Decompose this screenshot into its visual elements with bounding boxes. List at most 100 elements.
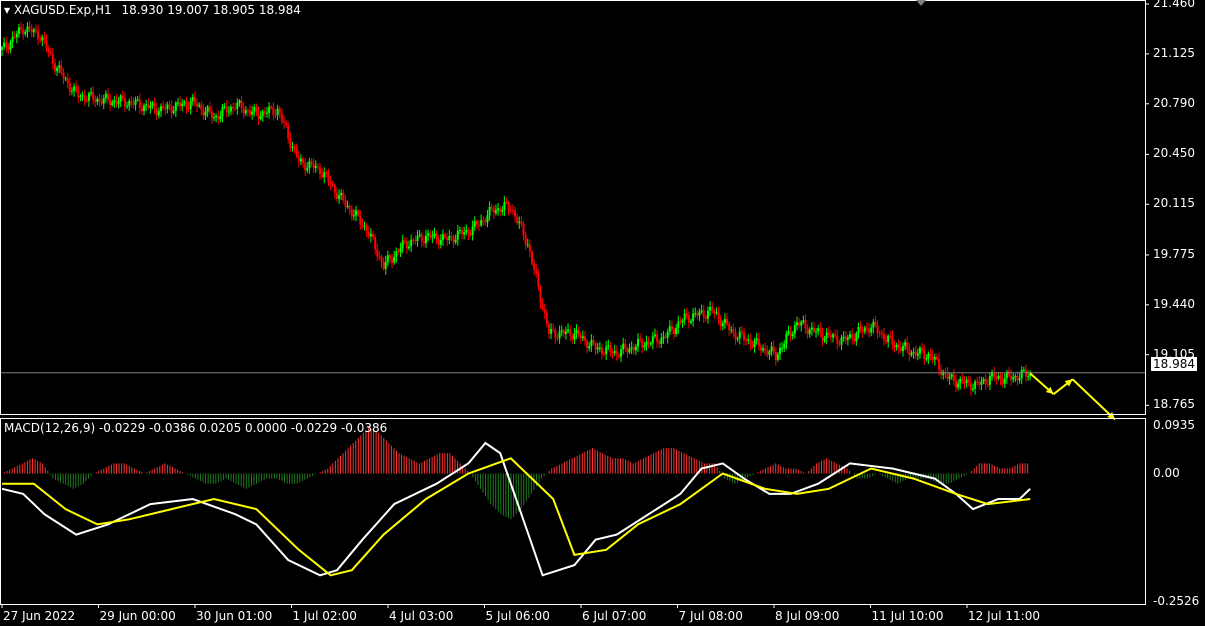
candle-body	[3, 42, 6, 48]
candle-body	[28, 26, 31, 30]
candle-body	[628, 348, 631, 353]
candle-body	[225, 106, 228, 113]
candle-body	[999, 375, 1002, 380]
candle-body	[113, 100, 116, 102]
candle-body	[1003, 378, 1006, 384]
candle-body	[202, 109, 205, 116]
candle-body	[81, 95, 84, 97]
candle-body	[43, 37, 46, 40]
candle-body	[85, 100, 88, 102]
candle-body	[179, 102, 182, 107]
candle-body	[276, 108, 279, 116]
candle-body	[819, 328, 822, 334]
candle-body	[921, 347, 924, 351]
candle-body	[200, 104, 203, 110]
candle-body	[957, 383, 960, 388]
candle-body	[350, 209, 353, 217]
time-tick-label: 1 Jul 02:00	[292, 609, 357, 623]
candle-body	[846, 337, 849, 340]
price-tick-label: 20.115	[1153, 196, 1195, 211]
candle-body	[823, 338, 826, 341]
candle-body	[872, 321, 875, 328]
candle-body	[617, 354, 620, 357]
candle-body	[191, 96, 194, 102]
candle-body	[189, 101, 192, 110]
candle-body	[679, 321, 682, 323]
candle-body	[117, 101, 120, 104]
candle-body	[238, 100, 241, 103]
candle-body	[842, 336, 845, 338]
candle-body	[92, 92, 95, 100]
candle-body	[5, 42, 8, 48]
candle-body	[268, 106, 271, 113]
candle-body	[174, 102, 177, 112]
candle-body	[416, 235, 419, 242]
candle-body	[637, 338, 639, 347]
candle-body	[221, 107, 224, 117]
candle-body	[658, 341, 661, 344]
candle-body	[494, 210, 497, 213]
candle-body	[1020, 369, 1023, 379]
time-tick-label: 27 Jun 2022	[3, 609, 76, 623]
candle-body	[234, 108, 237, 110]
candle-body	[469, 234, 472, 236]
candle-body	[740, 331, 743, 333]
candle-body	[584, 336, 586, 341]
chart-shift-marker-icon[interactable]	[916, 0, 926, 6]
candle-body	[889, 335, 892, 337]
candle-body	[391, 259, 394, 263]
candle-body	[13, 36, 16, 38]
candle-body	[187, 107, 190, 110]
candle-body	[946, 372, 949, 379]
candle-body	[675, 327, 678, 335]
candle-body	[914, 351, 917, 356]
candle-body	[543, 309, 546, 313]
candle-body	[431, 236, 434, 238]
candle-body	[282, 121, 285, 123]
candle-body	[100, 100, 103, 104]
candle-body	[104, 93, 107, 99]
candle-body	[266, 112, 268, 114]
dropdown-arrow-icon[interactable]: ▾	[4, 3, 10, 17]
candle-body	[694, 313, 697, 315]
candle-body	[507, 202, 510, 210]
candle-body	[963, 381, 966, 384]
candle-body	[696, 313, 699, 316]
candle-body	[363, 225, 366, 227]
candle-body	[1022, 369, 1025, 371]
candle-body	[755, 338, 758, 341]
candle-body	[683, 313, 686, 321]
candle-body	[463, 232, 466, 235]
candle-body	[935, 356, 938, 359]
candle-body	[340, 192, 343, 196]
candle-body	[297, 156, 300, 162]
candle-body	[603, 353, 606, 355]
candle-body	[798, 322, 801, 326]
candle-body	[236, 102, 239, 109]
candle-body	[304, 163, 307, 171]
candle-body	[569, 329, 572, 336]
candle-body	[950, 374, 953, 377]
candle-body	[586, 340, 589, 349]
candle-body	[338, 195, 341, 199]
candle-body	[94, 99, 97, 102]
macd-panel-border	[0, 418, 1146, 605]
candle-body	[528, 244, 531, 252]
candle-body	[293, 146, 296, 148]
candle-body	[713, 310, 716, 313]
candle-body	[285, 122, 288, 126]
candle-body	[721, 323, 724, 327]
candle-body	[952, 374, 955, 381]
candle-body	[289, 137, 292, 148]
time-tick-label: 30 Jun 01:00	[196, 609, 273, 623]
candle-body	[912, 351, 915, 353]
candle-body	[17, 27, 20, 34]
candle-body	[37, 30, 40, 40]
candle-body	[554, 329, 557, 338]
candle-body	[102, 98, 105, 104]
candle-body	[514, 210, 517, 217]
candle-body	[321, 174, 324, 178]
candle-body	[11, 36, 14, 43]
candle-body	[861, 330, 864, 332]
time-tick-label: 11 Jul 10:00	[871, 609, 944, 623]
